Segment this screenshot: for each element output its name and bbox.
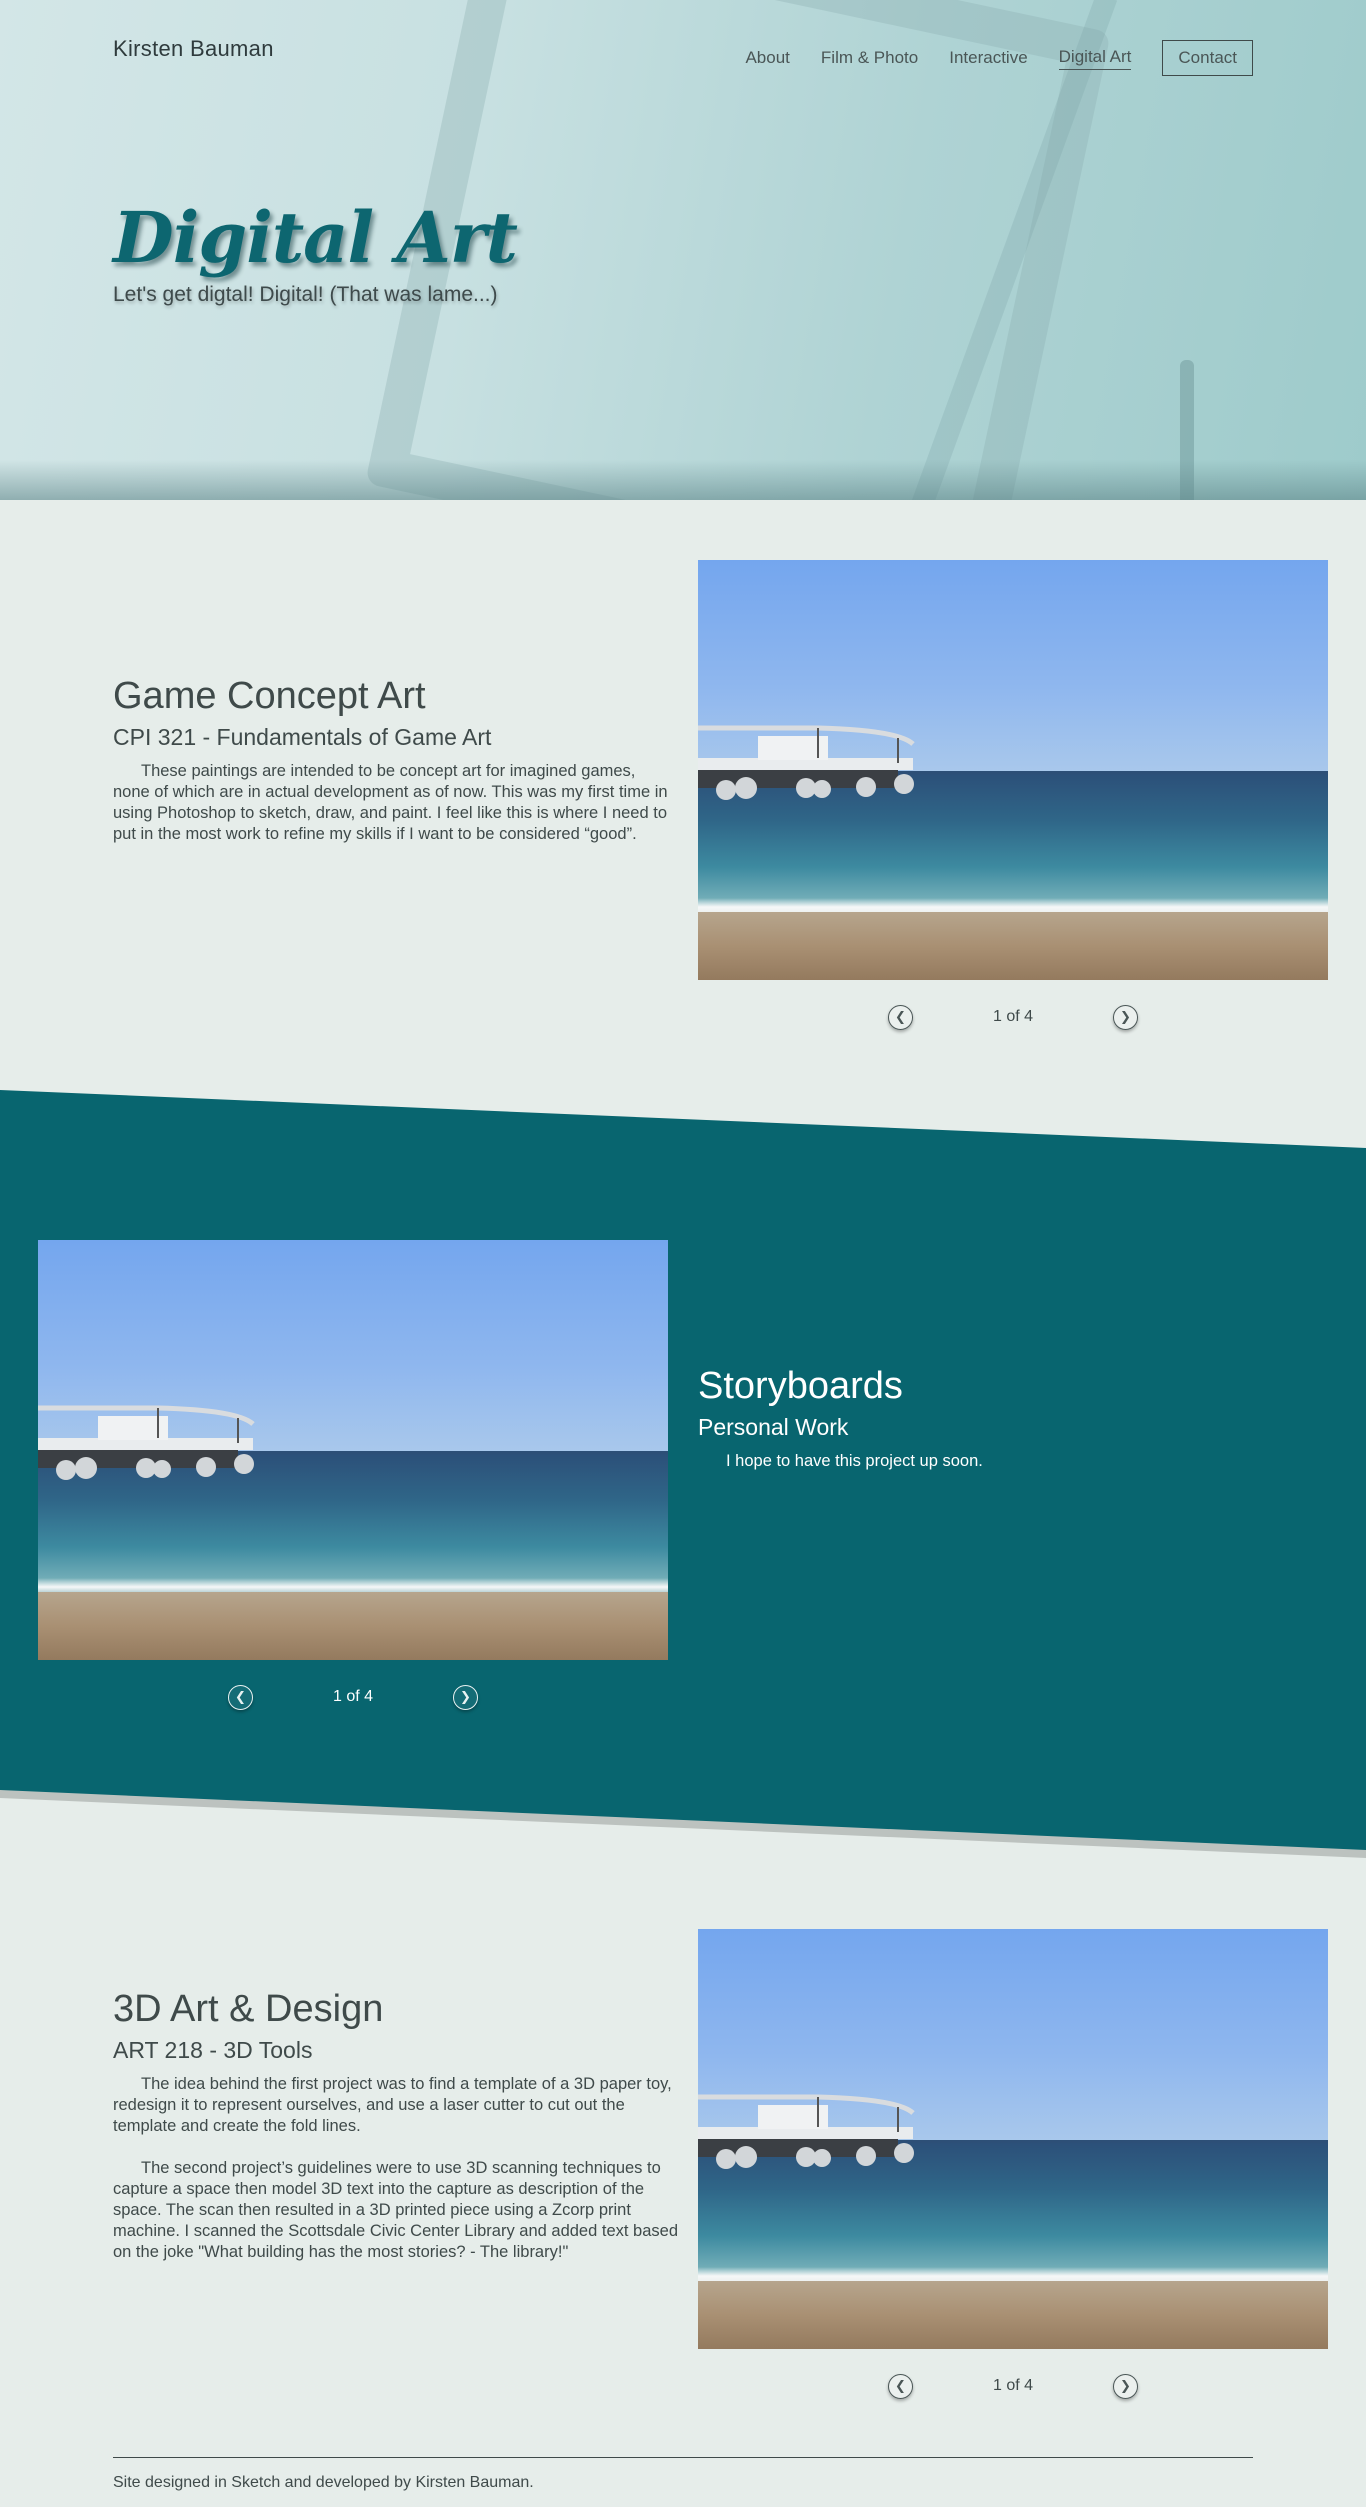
chevron-right-circle-icon[interactable]: ❯ — [1113, 1004, 1138, 1030]
section-paragraph: I hope to have this project up soon. — [726, 1452, 983, 1470]
page-subtitle: Let's get digtal! Digital! (That was lam… — [113, 283, 498, 306]
chevron-left-circle-icon[interactable]: ❮ — [228, 1684, 253, 1710]
chevron-left-circle-icon[interactable]: ❮ — [888, 1004, 913, 1030]
nav-digital-art[interactable]: Digital Art — [1058, 47, 1132, 70]
page-title: Digital Art — [113, 196, 518, 279]
section-title: Storyboards — [698, 1365, 903, 1407]
gallery-image[interactable] — [698, 1929, 1328, 2349]
gallery-image[interactable] — [38, 1240, 668, 1660]
nav-interactive[interactable]: Interactive — [949, 48, 1027, 68]
section-text: 3D Art & Design ART 218 - 3D Tools The i… — [113, 1988, 678, 2263]
boat-illustration — [698, 2094, 915, 2169]
gallery-pager: ❮ 1 of 4 ❯ — [888, 2372, 1138, 2400]
section-paragraph: The second project’s guidelines were to … — [113, 2159, 678, 2261]
nav-contact-button[interactable]: Contact — [1162, 40, 1253, 76]
section-text: Storyboards Personal Work I hope to have… — [698, 1365, 1253, 1472]
boat-illustration — [698, 725, 915, 800]
gallery-pager: ❮ 1 of 4 ❯ — [228, 1683, 478, 1711]
boat-illustration — [38, 1405, 255, 1480]
section-subtitle: Personal Work — [698, 1414, 849, 1440]
gallery-pager: ❮ 1 of 4 ❯ — [888, 1003, 1138, 1031]
main-nav: About Film & Photo Interactive Digital A… — [714, 40, 1253, 76]
section-paragraph: The idea behind the first project was to… — [113, 2075, 672, 2135]
footer-divider — [113, 2457, 1253, 2458]
gallery-count: 1 of 4 — [992, 2377, 1034, 2394]
chevron-right-circle-icon[interactable]: ❯ — [453, 1684, 478, 1710]
hero-banner: Kirsten Bauman About Film & Photo Intera… — [0, 0, 1366, 500]
section-subtitle: ART 218 - 3D Tools — [113, 2037, 313, 2063]
footer-text: Site designed in Sketch and developed by… — [113, 2474, 534, 2491]
gallery-image[interactable] — [698, 560, 1328, 980]
chevron-left-circle-icon[interactable]: ❮ — [888, 2373, 913, 2399]
site-brand[interactable]: Kirsten Bauman — [113, 36, 274, 62]
section-subtitle: CPI 321 - Fundamentals of Game Art — [113, 724, 492, 750]
hero-shade — [0, 460, 1366, 500]
section-text: Game Concept Art CPI 321 - Fundamentals … — [113, 675, 668, 845]
gallery-count: 1 of 4 — [332, 1688, 374, 1705]
nav-about[interactable]: About — [745, 48, 789, 68]
nav-film-photo[interactable]: Film & Photo — [821, 48, 918, 68]
gallery-count: 1 of 4 — [992, 1008, 1034, 1025]
section-paragraph: These paintings are intended to be conce… — [113, 762, 668, 843]
section-title: Game Concept Art — [113, 675, 426, 717]
section-title: 3D Art & Design — [113, 1988, 384, 2030]
chevron-right-circle-icon[interactable]: ❯ — [1113, 2373, 1138, 2399]
